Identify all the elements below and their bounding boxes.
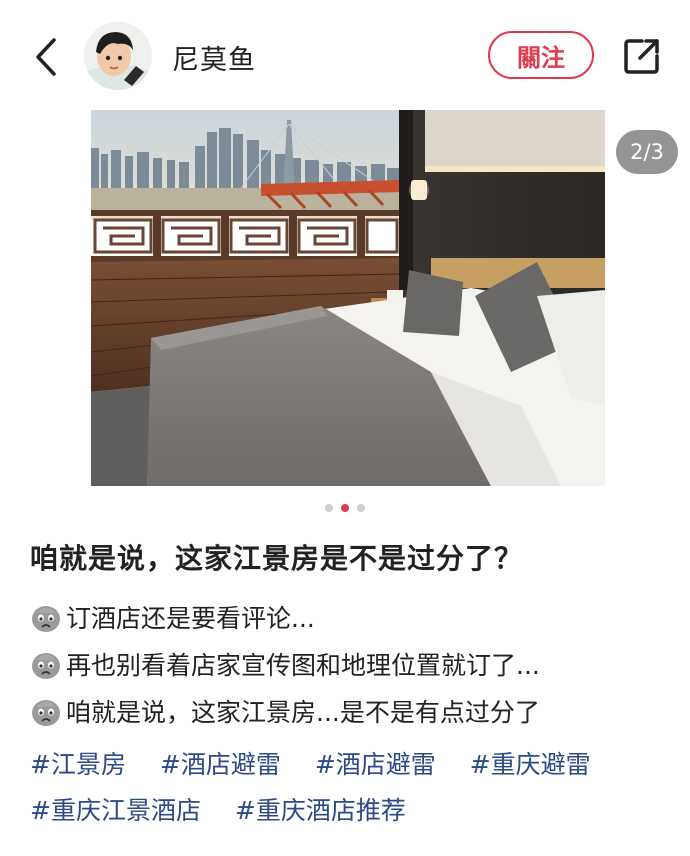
post-line-2: 再也别看着店家宣传图和地理位置就订了... <box>30 646 540 682</box>
hotel-room-photo <box>91 110 605 486</box>
carousel-dot-3[interactable] <box>357 504 365 512</box>
post-line-3: 咱就是说，这家江景房...是不是有点过分了 <box>30 693 540 729</box>
username[interactable]: 尼莫鱼 <box>172 38 256 77</box>
post-title: 咱就是说，这家江景房是不是过分了？ <box>30 542 524 575</box>
carousel-indicator <box>0 504 690 514</box>
share-button[interactable] <box>620 34 664 78</box>
hashtag-link[interactable]: #酒店避雷 <box>160 742 281 788</box>
post-image[interactable] <box>91 110 605 486</box>
post-line-text: 订酒店还是要看评论... <box>66 604 315 633</box>
post-line-text: 咱就是说，这家江景房...是不是有点过分了 <box>66 698 540 727</box>
carousel-dot-1[interactable] <box>325 504 333 512</box>
hashtag-link[interactable]: #重庆江景酒店 <box>30 788 201 834</box>
chevron-left-icon <box>36 38 56 76</box>
hashtag-link[interactable]: #江景房 <box>30 742 126 788</box>
post-line-text: 再也别看着店家宣传图和地理位置就订了... <box>66 651 540 680</box>
hashtag-link[interactable]: #酒店避雷 <box>315 742 436 788</box>
follow-button[interactable]: 關注 <box>488 31 594 79</box>
image-counter: 2/3 <box>616 130 678 174</box>
back-button[interactable] <box>28 32 68 82</box>
sad-face-icon <box>32 700 60 726</box>
hashtag-link[interactable]: #重庆避雷 <box>470 742 591 788</box>
hashtag-list: #江景房 #酒店避雷 #酒店避雷 #重庆避雷 #重庆江景酒店 #重庆酒店推荐 <box>30 742 670 834</box>
hashtag-link[interactable]: #重庆酒店推荐 <box>235 788 406 834</box>
carousel-dot-2[interactable] <box>341 504 349 512</box>
top-bar: 尼莫鱼 關注 <box>0 0 690 110</box>
avatar-image <box>84 22 152 90</box>
share-icon <box>624 39 659 74</box>
sad-face-icon <box>32 653 60 679</box>
sad-face-icon <box>32 606 60 632</box>
avatar[interactable] <box>84 22 152 90</box>
post-line-1: 订酒店还是要看评论... <box>30 599 315 635</box>
